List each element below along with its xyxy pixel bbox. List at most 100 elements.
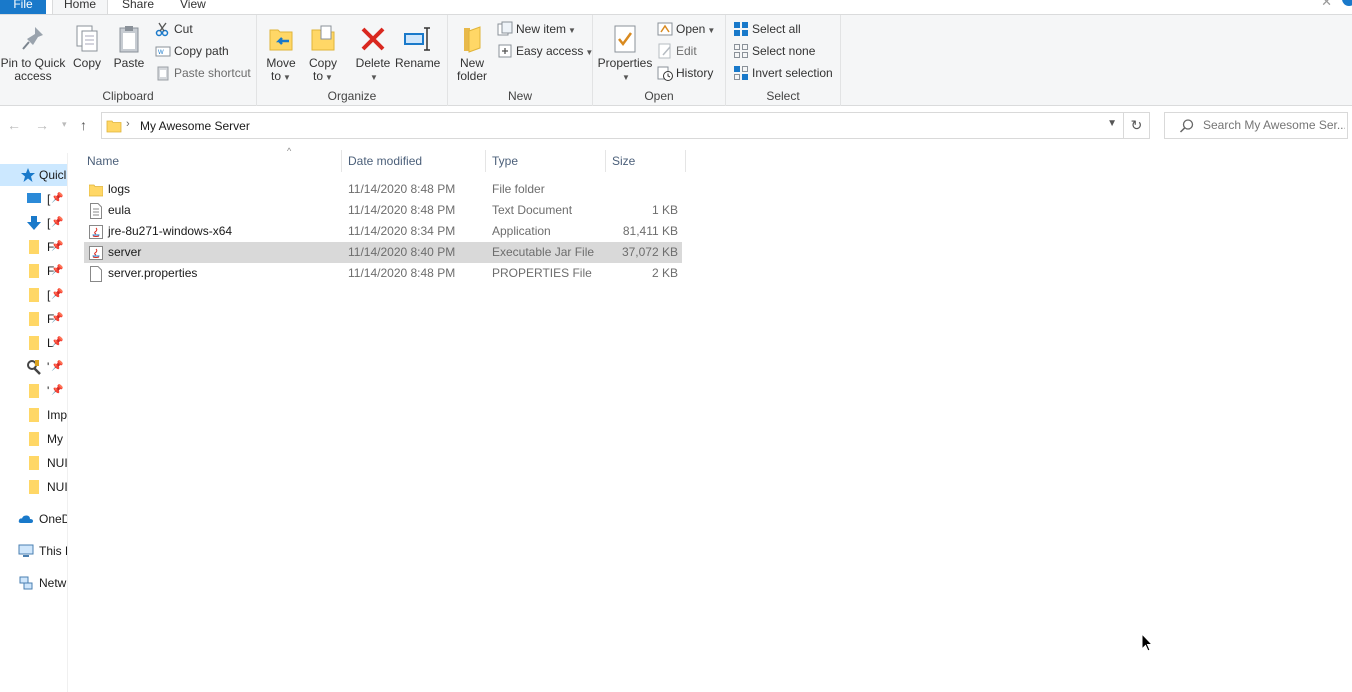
nav-pinned-desktop[interactable]: [ 📌 — [0, 188, 67, 210]
folder-icon — [26, 479, 42, 495]
scissors-icon — [155, 21, 171, 37]
pin-icon: 📌 — [51, 217, 64, 228]
new-item-button[interactable]: New item ▼ — [497, 19, 576, 39]
help-icon[interactable] — [1342, 0, 1352, 6]
properties-button[interactable]: Properties ▼ — [597, 23, 653, 84]
file-size: 1 KB — [651, 203, 678, 217]
organize-group-label: Organize — [327, 89, 377, 103]
breadcrumb-path[interactable]: My Awesome Server — [140, 119, 250, 133]
paste-shortcut-button[interactable]: Paste shortcut — [155, 63, 251, 83]
search-input[interactable] — [1203, 118, 1345, 132]
nav-pinned-folder[interactable]: [ 📌 — [0, 284, 67, 306]
mouse-cursor-icon — [1141, 632, 1154, 656]
pin-icon: 📌 — [51, 289, 64, 300]
navigation-pane: Quicl [ 📌 [ 📌 F 📌 F 📌 [ 📌 F 📌 L 📌 ' 📌 ' … — [0, 153, 68, 692]
folder-icon — [26, 431, 42, 447]
nav-folder[interactable]: My — [0, 428, 67, 450]
search-icon — [1179, 118, 1195, 137]
delete-button[interactable]: Delete ▼ — [355, 23, 391, 84]
rename-button[interactable]: Rename — [395, 23, 440, 70]
move-to-label-line1: Move — [266, 56, 296, 70]
open-group: Properties ▼ Open ▼ Edit History Open — [593, 15, 726, 106]
select-all-button[interactable]: Select all — [733, 19, 801, 39]
column-header-name[interactable]: Name — [81, 150, 342, 172]
invert-selection-button[interactable]: Invert selection — [733, 63, 833, 83]
easy-access-button[interactable]: Easy access ▼ — [497, 41, 593, 61]
clipboard-group: Pin to Quick access Copy Paste Cut W Copy… — [0, 15, 257, 106]
folder-icon — [26, 407, 42, 423]
file-date: 11/14/2020 8:40 PM — [348, 245, 456, 259]
column-header-type[interactable]: Type — [486, 150, 606, 172]
nav-item-label: ' — [47, 384, 50, 398]
nav-pinned-app[interactable]: ' 📌 — [0, 356, 67, 378]
file-row[interactable]: server.properties 11/14/2020 8:48 PM PRO… — [84, 263, 682, 284]
copy-button[interactable]: Copy — [68, 23, 106, 70]
file-row[interactable]: logs 11/14/2020 8:48 PM File folder — [84, 179, 682, 200]
properties-label: Properties — [597, 56, 653, 70]
easy-access-icon — [497, 43, 513, 59]
move-to-button[interactable]: Move to ▼ — [263, 23, 299, 84]
close-icon[interactable]: ✕ — [1321, 0, 1332, 10]
pin-to-quick-access-button[interactable]: Pin to Quick access — [0, 23, 66, 83]
nav-folder[interactable]: NUI — [0, 476, 67, 498]
copy-label: Copy — [72, 56, 101, 70]
pin-icon: 📌 — [51, 265, 64, 276]
paste-button[interactable]: Paste — [110, 23, 148, 70]
forward-arrow-icon[interactable]: → — [35, 117, 49, 133]
tab-file[interactable]: File — [0, 0, 46, 14]
cut-button[interactable]: Cut — [155, 19, 193, 39]
file-row[interactable]: jre-8u271-windows-x64 11/14/2020 8:34 PM… — [84, 221, 682, 242]
folder-icon — [26, 263, 42, 279]
nav-item-label: [ — [47, 288, 51, 302]
edit-button[interactable]: Edit — [657, 41, 697, 61]
back-arrow-icon[interactable]: ← — [7, 117, 21, 133]
file-row[interactable]: server 11/14/2020 8:40 PM Executable Jar… — [84, 242, 682, 263]
nav-pinned-folder[interactable]: L 📌 — [0, 332, 67, 354]
nav-network[interactable]: Netw — [0, 572, 67, 594]
paste-shortcut-icon — [155, 65, 171, 81]
refresh-button[interactable]: ↻ — [1124, 112, 1150, 139]
search-box[interactable] — [1164, 112, 1348, 139]
nav-onedrive[interactable]: OneD — [0, 508, 67, 530]
pin-icon: 📌 — [51, 193, 64, 204]
nav-pinned-folder[interactable]: F 📌 — [0, 308, 67, 330]
nav-folder[interactable]: NUI — [0, 452, 67, 474]
address-history-chevron-down-icon[interactable]: ▼ — [1107, 118, 1117, 129]
file-type: PROPERTIES File — [492, 266, 592, 280]
column-header-size[interactable]: Size — [606, 150, 686, 172]
file-date: 11/14/2020 8:48 PM — [348, 182, 456, 196]
address-bar[interactable]: › My Awesome Server ▼ — [101, 112, 1124, 139]
nav-item-label: [ — [47, 216, 51, 230]
select-group-label: Select — [766, 89, 800, 103]
nav-pinned-folder[interactable]: F 📌 — [0, 236, 67, 258]
breadcrumb-chevron-icon[interactable]: › — [126, 118, 130, 130]
recent-chevron-down-icon[interactable]: ▾ — [62, 119, 67, 130]
column-header-date[interactable]: Date modified — [342, 150, 486, 172]
refresh-icon: ↻ — [1130, 117, 1143, 133]
file-size: 81,411 KB — [622, 224, 678, 238]
new-folder-label-line1: New — [459, 56, 484, 70]
history-button[interactable]: History — [657, 63, 713, 83]
nav-quick-access[interactable]: Quicl — [0, 164, 67, 186]
tab-share[interactable]: Share — [122, 0, 154, 14]
chevron-down-icon: ▼ — [370, 73, 378, 82]
tab-home[interactable]: Home — [52, 0, 108, 14]
nav-pinned-folder[interactable]: F 📌 — [0, 260, 67, 282]
tab-view[interactable]: View — [180, 0, 210, 14]
nav-folder[interactable]: Imp — [0, 404, 67, 426]
chevron-down-icon: ▼ — [283, 73, 291, 82]
new-group: New folder New item ▼ Easy access ▼ New — [448, 15, 593, 106]
select-none-button[interactable]: Select none — [733, 41, 815, 61]
select-group: Select all Select none Invert selection … — [726, 15, 841, 106]
nav-pinned-downloads[interactable]: [ 📌 — [0, 212, 67, 234]
copy-to-button[interactable]: Copy to ▼ — [305, 23, 341, 84]
nav-pinned-folder[interactable]: ' 📌 — [0, 380, 67, 402]
nav-this-pc-label: This F — [39, 544, 67, 558]
nav-this-pc[interactable]: This F — [0, 540, 67, 562]
open-button[interactable]: Open ▼ — [657, 19, 715, 39]
up-arrow-icon[interactable]: ↑ — [80, 117, 87, 133]
file-row[interactable]: eula 11/14/2020 8:48 PM Text Document 1 … — [84, 200, 682, 221]
paste-icon — [110, 23, 148, 55]
new-folder-button[interactable]: New folder — [454, 23, 490, 83]
copy-path-button[interactable]: W Copy path — [155, 41, 229, 61]
